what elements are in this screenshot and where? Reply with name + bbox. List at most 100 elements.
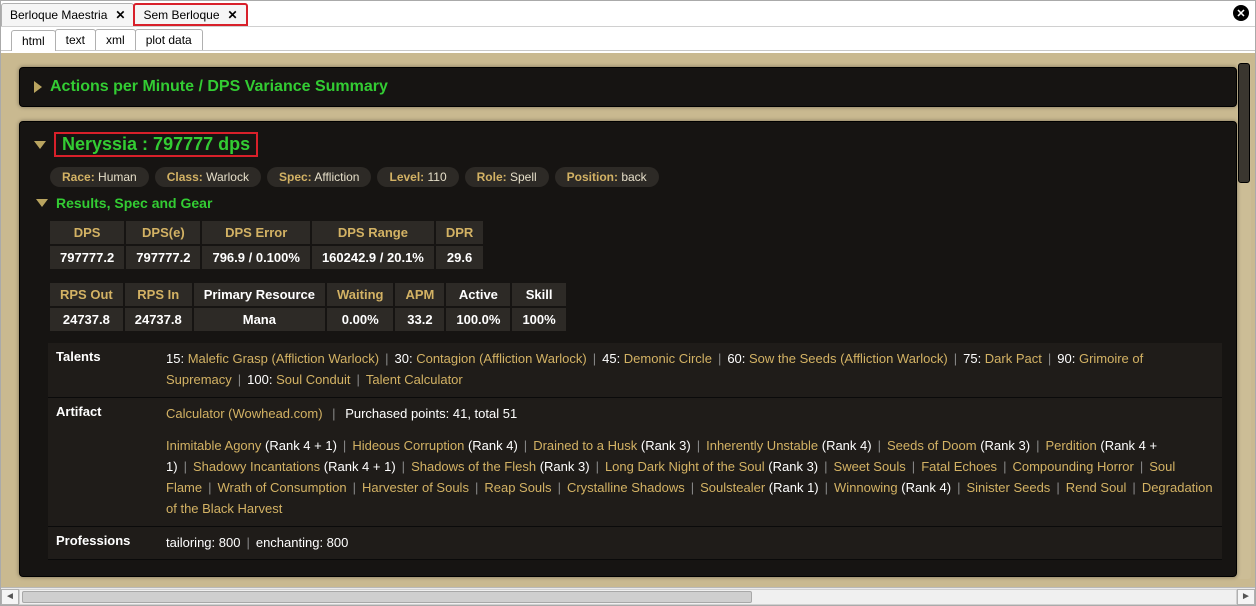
talent-tier: 15: [166, 351, 188, 366]
chevron-down-icon [36, 199, 48, 207]
talent-link[interactable]: Demonic Circle [624, 351, 712, 366]
artifact-label: Artifact [48, 398, 158, 431]
table-cell: 160242.9 / 20.1% [312, 246, 434, 269]
detail-grid: Talents 15: Malefic Grasp (Affliction Wa… [48, 343, 1222, 560]
file-tab-label: Berloque Maestria [10, 8, 107, 22]
view-tab-bar: htmltextxmlplot data [1, 27, 1255, 51]
talent-link[interactable]: Soul Conduit [276, 372, 350, 387]
talents-row: Talents 15: Malefic Grasp (Affliction Wa… [48, 343, 1222, 398]
results-header-label: Results, Spec and Gear [56, 195, 212, 211]
view-tab-plot-data[interactable]: plot data [135, 29, 203, 50]
artifact-trait-rank: (Rank 3) [637, 438, 690, 453]
scrollbar-thumb[interactable] [22, 591, 752, 603]
close-icon[interactable]: ✕ [228, 8, 238, 22]
profession-item: tailoring: 800 [166, 535, 240, 550]
talent-tier: 90: [1057, 351, 1079, 366]
view-tab-xml[interactable]: xml [95, 29, 136, 50]
table-header: Skill [512, 283, 565, 306]
artifact-trait-link[interactable]: Fatal Echoes [921, 459, 997, 474]
info-pill: Position: back [555, 167, 659, 187]
scrollbar-thumb[interactable] [1238, 63, 1250, 183]
info-pill: Role: Spell [465, 167, 549, 187]
table-header: RPS Out [50, 283, 123, 306]
artifact-trait-link[interactable]: Shadows of the Flesh [411, 459, 536, 474]
horizontal-scrollbar[interactable]: ◄ ► [1, 587, 1255, 605]
talent-tier: 100: [247, 372, 276, 387]
artifact-trait-link[interactable]: Hideous Corruption [352, 438, 464, 453]
talent-link[interactable]: Malefic Grasp (Affliction Warlock) [188, 351, 379, 366]
table-header: DPS [50, 221, 124, 244]
file-tab-label: Sem Berloque [143, 8, 219, 22]
character-title[interactable]: Neryssia : 797777 dps [54, 132, 258, 157]
artifact-trait-link[interactable]: Crystalline Shadows [567, 480, 685, 495]
table-cell: 797777.2 [50, 246, 124, 269]
artifact-trait-link[interactable]: Wrath of Consumption [218, 480, 347, 495]
artifact-trait-link[interactable]: Winnowing [834, 480, 898, 495]
view-tab-html[interactable]: html [11, 30, 56, 51]
artifact-traits-row: Inimitable Agony (Rank 4 + 1)|Hideous Co… [48, 430, 1222, 526]
file-tab[interactable]: Berloque Maestria ✕ [1, 3, 134, 26]
table-header: DPS(e) [126, 221, 200, 244]
artifact-trait-link[interactable]: Rend Soul [1066, 480, 1127, 495]
talents-label: Talents [48, 343, 158, 397]
artifact-trait-rank: (Rank 4 + 1) [261, 438, 337, 453]
professions-row: Professions tailoring: 800|enchanting: 8… [48, 527, 1222, 561]
artifact-trait-rank: (Rank 3) [536, 459, 589, 474]
talent-calculator-link[interactable]: Talent Calculator [366, 372, 463, 387]
app-window: Berloque Maestria ✕ Sem Berloque ✕ ✕ htmlte… [0, 0, 1256, 606]
artifact-trait-link[interactable]: Compounding Horror [1012, 459, 1133, 474]
artifact-trait-link[interactable]: Harvester of Souls [362, 480, 469, 495]
view-tab-text[interactable]: text [55, 29, 96, 50]
scroll-right-button[interactable]: ► [1237, 589, 1255, 605]
table-header: DPS Error [202, 221, 309, 244]
info-pill: Class: Warlock [155, 167, 261, 187]
artifact-trait-link[interactable]: Sweet Souls [834, 459, 906, 474]
artifact-trait-link[interactable]: Shadowy Incantations [193, 459, 320, 474]
table-cell: 24737.8 [50, 308, 123, 331]
close-icon[interactable]: ✕ [115, 8, 125, 22]
artifact-trait-link[interactable]: Long Dark Night of the Soul [605, 459, 765, 474]
artifact-trait-link[interactable]: Seeds of Doom [887, 438, 977, 453]
artifact-trait-rank: (Rank 3) [765, 459, 818, 474]
artifact-calculator-link[interactable]: Calculator (Wowhead.com) [166, 406, 323, 421]
artifact-trait-link[interactable]: Inherently Unstable [706, 438, 818, 453]
artifact-trait-link[interactable]: Soulstealer [700, 480, 765, 495]
talent-tier: 30: [395, 351, 417, 366]
report-viewport[interactable]: Actions per Minute / DPS Variance Summar… [1, 53, 1255, 587]
talent-tier: 60: [727, 351, 749, 366]
table-header: Waiting [327, 283, 393, 306]
info-pill: Spec: Affliction [267, 167, 372, 187]
scroll-left-button[interactable]: ◄ [1, 589, 19, 605]
profession-item: enchanting: 800 [256, 535, 349, 550]
artifact-trait-rank: (Rank 3) [977, 438, 1030, 453]
table-cell: 29.6 [436, 246, 483, 269]
table-header: RPS In [125, 283, 192, 306]
vertical-scrollbar[interactable] [1237, 61, 1253, 579]
talent-link[interactable]: Sow the Seeds (Affliction Warlock) [749, 351, 948, 366]
stats-table-dps: DPSDPS(e)DPS ErrorDPS RangeDPR 797777.27… [48, 219, 485, 271]
artifact-trait-link[interactable]: Sinister Seeds [966, 480, 1050, 495]
artifact-trait-rank: (Rank 4) [898, 480, 951, 495]
talent-link[interactable]: Dark Pact [985, 351, 1042, 366]
artifact-trait-link[interactable]: Perdition [1045, 438, 1096, 453]
close-all-button[interactable]: ✕ [1233, 5, 1249, 21]
section-apm[interactable]: Actions per Minute / DPS Variance Summar… [19, 67, 1237, 107]
table-cell: 100.0% [446, 308, 510, 331]
table-cell: 0.00% [327, 308, 393, 331]
artifact-trait-rank: (Rank 1) [765, 480, 818, 495]
table-cell: 797777.2 [126, 246, 200, 269]
artifact-trait-rank: (Rank 4) [818, 438, 871, 453]
artifact-trait-link[interactable]: Inimitable Agony [166, 438, 261, 453]
table-cell: 33.2 [395, 308, 444, 331]
table-cell: Mana [194, 308, 325, 331]
section-apm-title: Actions per Minute / DPS Variance Summar… [50, 78, 388, 96]
table-header: Active [446, 283, 510, 306]
artifact-trait-link[interactable]: Reap Souls [484, 480, 551, 495]
talent-link[interactable]: Contagion (Affliction Warlock) [416, 351, 587, 366]
info-pill: Level: 110 [377, 167, 458, 187]
results-header[interactable]: Results, Spec and Gear [36, 195, 1222, 211]
file-tab[interactable]: Sem Berloque ✕ [133, 3, 247, 26]
table-header: DPR [436, 221, 483, 244]
artifact-trait-link[interactable]: Drained to a Husk [533, 438, 637, 453]
section-character: Neryssia : 797777 dps Race: HumanClass: … [19, 121, 1237, 577]
